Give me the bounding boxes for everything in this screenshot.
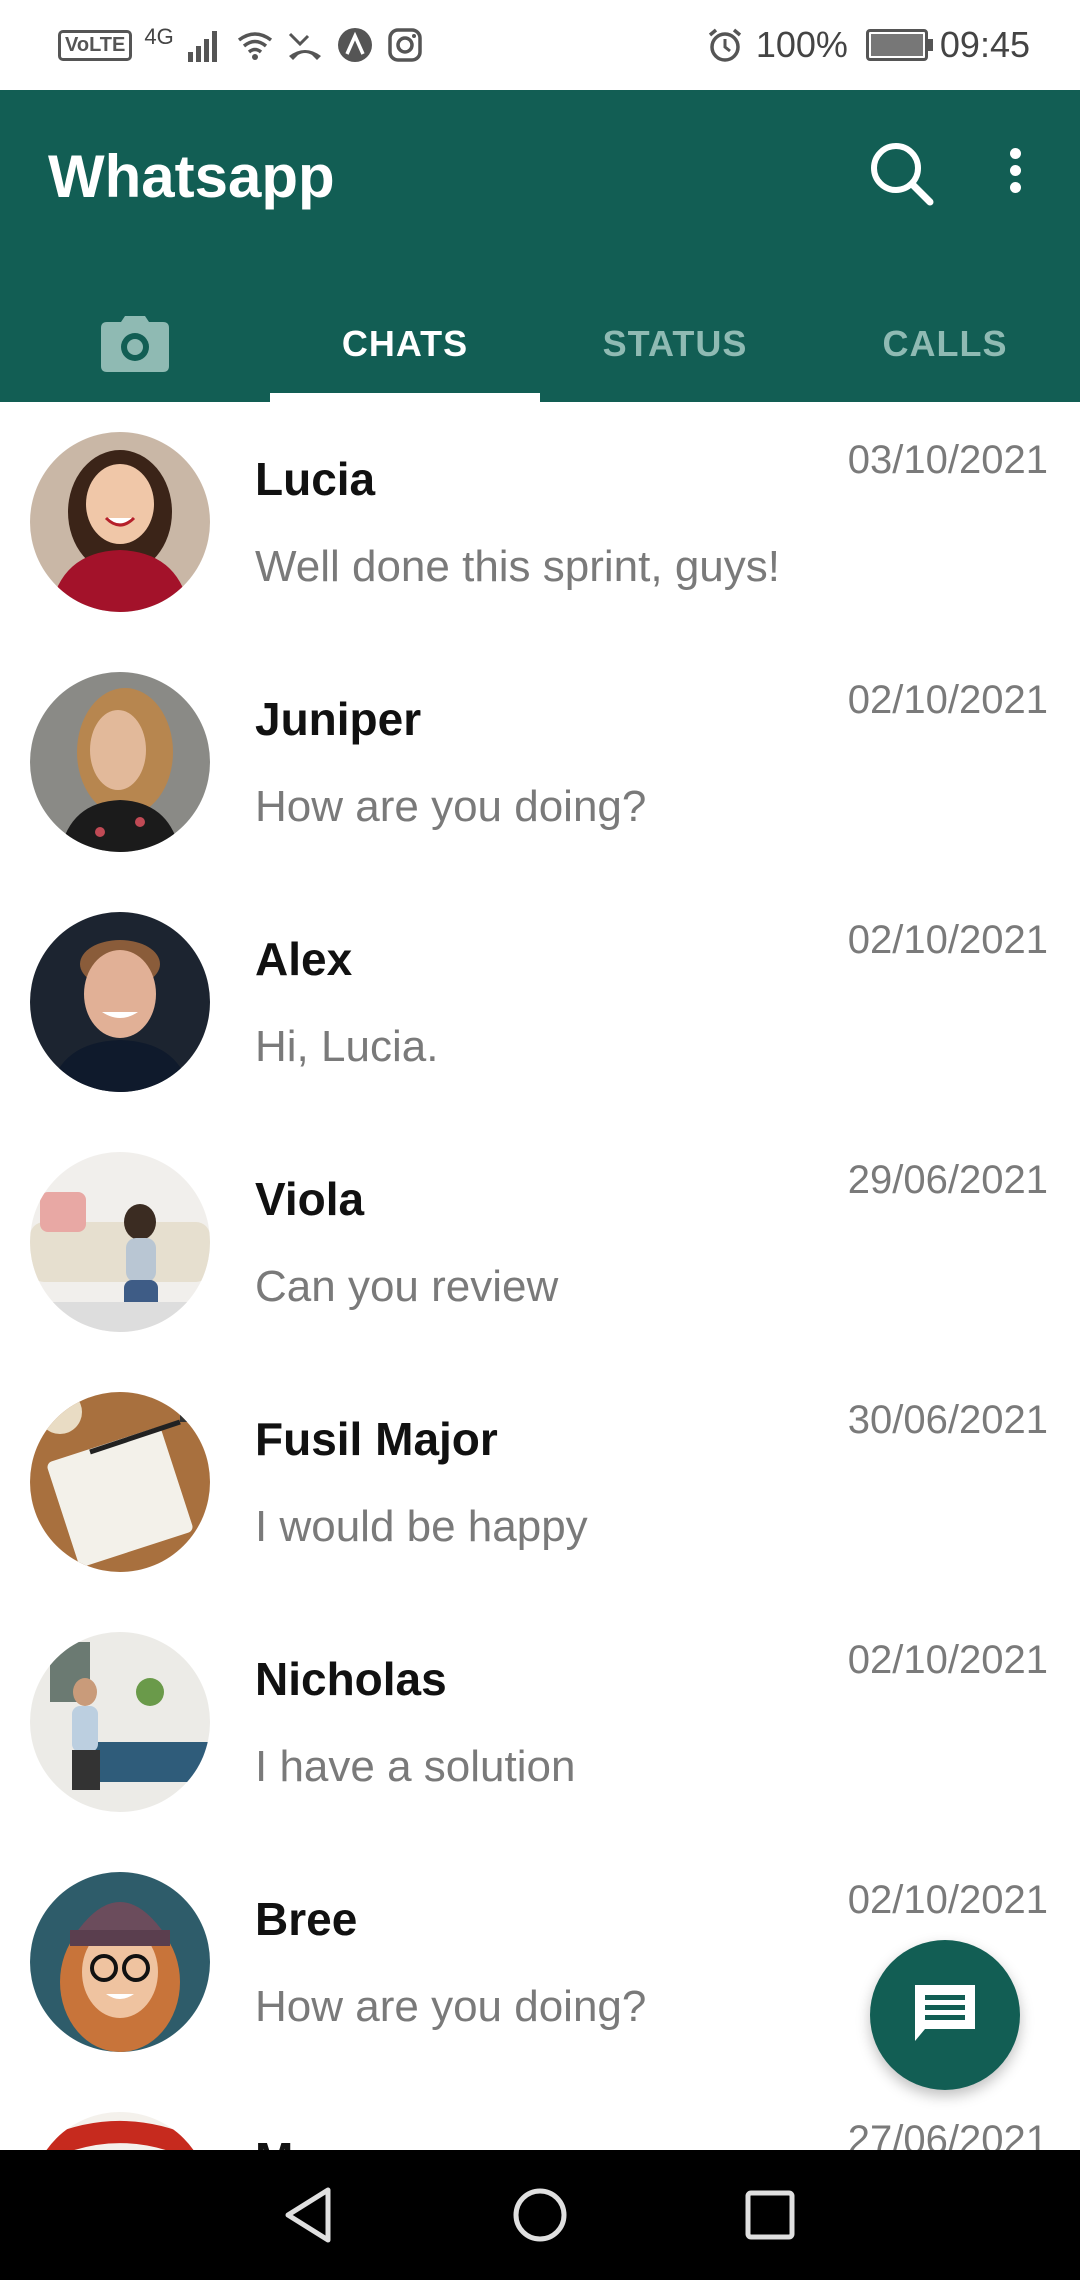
tab-camera[interactable] <box>0 285 270 402</box>
chat-name: Nicholas <box>255 1653 447 1705</box>
battery-icon <box>865 29 933 61</box>
chat-row-partial[interactable]: M 27/06/2021 <box>0 2082 1080 2150</box>
battery-level <box>870 34 923 56</box>
more-options-button[interactable] <box>990 142 1040 212</box>
more-vert-icon <box>990 148 1040 193</box>
home-icon[interactable] <box>500 2180 580 2250</box>
avatar <box>30 432 210 612</box>
chat-name: Bree <box>255 1893 358 1945</box>
avatar <box>30 672 210 852</box>
chat-date: 30/06/2021 <box>847 1398 1048 1442</box>
status-bar: VoLTE 4G 100% 09:45 <box>0 0 1080 90</box>
chat-name: Lucia <box>255 453 376 505</box>
avatar <box>30 912 210 1092</box>
chat-row-alex[interactable]: Alex Hi, Lucia. 02/10/2021 <box>0 882 1080 1122</box>
back-icon[interactable] <box>270 2180 350 2250</box>
chat-row-viola[interactable]: Viola Can you review 29/06/2021 <box>0 1122 1080 1362</box>
wifi-icon <box>237 32 272 60</box>
chat-date: 02/10/2021 <box>847 678 1048 722</box>
instagram-icon <box>387 28 422 62</box>
avatar <box>30 1872 210 2052</box>
chat-name: Viola <box>255 1173 365 1225</box>
chat-last-message: I would be happy <box>255 1502 588 1551</box>
chat-date: 02/10/2021 <box>847 1878 1048 1922</box>
chat-last-message: I have a solution <box>255 1742 576 1791</box>
app-title: Whatsapp <box>48 143 335 210</box>
signal-icon <box>187 31 217 62</box>
tab-calls[interactable]: CALLS <box>810 285 1080 402</box>
battery-percent: 100% <box>755 24 848 65</box>
chat-row-fusil-major[interactable]: Fusil Major I would be happy 30/06/2021 <box>0 1362 1080 1602</box>
search-button[interactable] <box>862 134 942 214</box>
new-chat-button[interactable] <box>870 1940 1020 2090</box>
avatar <box>30 2112 210 2150</box>
chat-name: M <box>255 2132 293 2150</box>
tab-bar: CHATS STATUS CALLS <box>0 285 1080 402</box>
chat-date: 02/10/2021 <box>847 1638 1048 1682</box>
status-left: VoLTE 4G <box>58 24 424 66</box>
camera-icon <box>101 315 169 372</box>
avatar <box>30 1632 210 1812</box>
alarm-icon <box>708 28 741 62</box>
chat-last-message: Hi, Lucia. <box>255 1022 439 1071</box>
chat-row-lucia[interactable]: Lucia Well done this sprint, guys! 03/10… <box>0 402 1080 642</box>
app-notification-icon <box>337 28 372 62</box>
clock: 09:45 <box>939 24 1030 65</box>
volte-indicator: VoLTE <box>58 29 133 61</box>
chat-row-nicholas[interactable]: Nicholas I have a solution 02/10/2021 <box>0 1602 1080 1842</box>
active-tab-indicator <box>270 393 540 402</box>
network-type: 4G <box>144 24 174 49</box>
chat-last-message: Well done this sprint, guys! <box>255 542 780 591</box>
chat-last-message: How are you doing? <box>255 782 647 831</box>
avatar <box>30 1152 210 1332</box>
chat-name: Alex <box>255 933 353 985</box>
tab-status[interactable]: STATUS <box>540 285 810 402</box>
chat-date: 27/06/2021 <box>847 2118 1048 2150</box>
chat-last-message: How are you doing? <box>255 1982 647 2031</box>
avatar <box>30 1392 210 1572</box>
message-icon <box>915 1985 975 2041</box>
chat-last-message: Can you review <box>255 1262 559 1311</box>
missed-call-icon <box>288 32 321 60</box>
chat-row-juniper[interactable]: Juniper How are you doing? 02/10/2021 <box>0 642 1080 882</box>
chat-date: 03/10/2021 <box>847 438 1048 482</box>
recent-apps-icon[interactable] <box>730 2180 810 2250</box>
chat-date: 02/10/2021 <box>847 918 1048 962</box>
chat-list: Lucia Well done this sprint, guys! 03/10… <box>0 402 1080 2150</box>
status-right: 100% 09:45 <box>706 24 1030 66</box>
chat-date: 29/06/2021 <box>847 1158 1048 1202</box>
search-icon <box>871 143 934 206</box>
tab-chats[interactable]: CHATS <box>270 285 540 402</box>
system-nav-bar <box>0 2150 1080 2280</box>
chat-name: Fusil Major <box>255 1413 498 1465</box>
app-bar: Whatsapp CHATS STATUS CALLS <box>0 90 1080 402</box>
chat-name: Juniper <box>255 693 422 745</box>
